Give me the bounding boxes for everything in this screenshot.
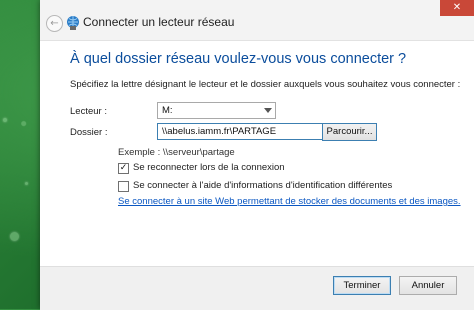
background-droplet [10, 232, 19, 241]
drive-select[interactable]: M: [157, 102, 276, 119]
instructions-text: Spécifiez la lettre désignant le lecteur… [70, 79, 461, 90]
drive-label: Lecteur : [70, 106, 107, 117]
map-network-drive-dialog: ← Connecter un lecteur réseau ✕ À quel d… [40, 0, 474, 310]
example-text: Exemple : \\serveur\partage [118, 147, 235, 158]
back-arrow-icon[interactable]: ← [46, 15, 63, 32]
background-droplet [3, 118, 7, 122]
dialog-footer: Terminer Annuler [40, 266, 474, 310]
title-bar: ← Connecter un lecteur réseau ✕ [40, 0, 474, 41]
other-credentials-checkbox[interactable] [118, 181, 129, 192]
reconnect-label: Se reconnecter lors de la connexion [133, 162, 285, 173]
page-heading: À quel dossier réseau voulez-vous vous c… [70, 51, 407, 67]
dialog-content: À quel dossier réseau voulez-vous vous c… [40, 41, 474, 266]
checkmark-icon: ✓ [119, 163, 128, 173]
network-drive-icon [67, 16, 79, 30]
dropdown-caret-icon [264, 108, 272, 113]
cancel-button[interactable]: Annuler [399, 276, 457, 295]
background-droplet [25, 182, 28, 185]
window-title: Connecter un lecteur réseau [83, 15, 235, 29]
reconnect-checkbox[interactable]: ✓ [118, 163, 129, 174]
website-storage-link[interactable]: Se connecter à un site Web permettant de… [118, 196, 461, 207]
close-icon[interactable]: ✕ [440, 0, 474, 16]
drive-select-value: M: [162, 105, 173, 116]
browse-button[interactable]: Parcourir... [322, 123, 377, 141]
folder-label: Dossier : [70, 127, 108, 138]
finish-button[interactable]: Terminer [333, 276, 391, 295]
other-credentials-label: Se connecter à l'aide d'informations d'i… [133, 180, 393, 191]
folder-combobox-value: \\abelus.iamm.fr\PARTAGE [162, 126, 277, 137]
